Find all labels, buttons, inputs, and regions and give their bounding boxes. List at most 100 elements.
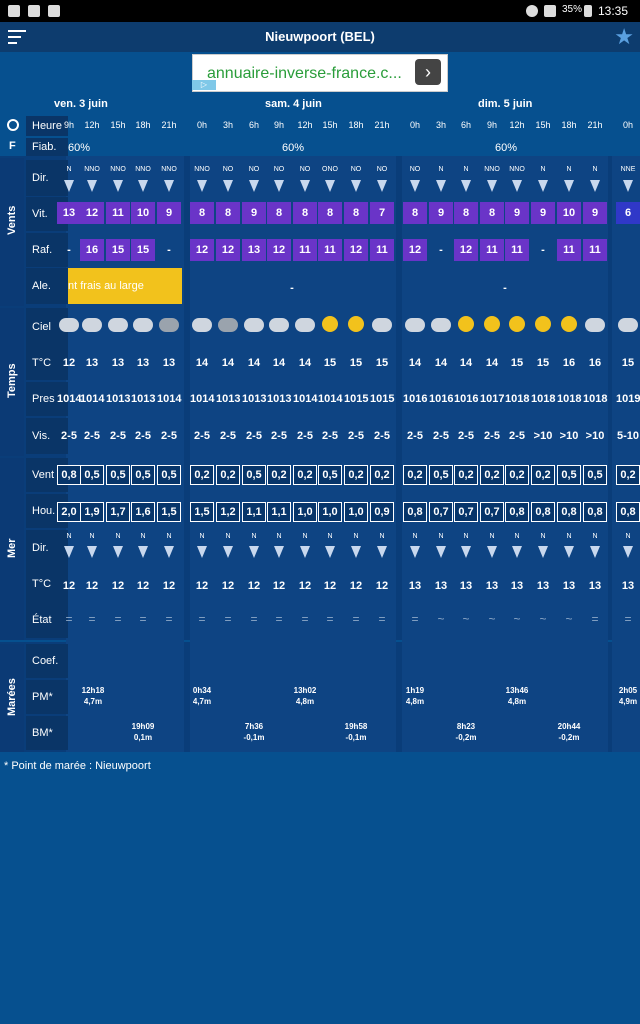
wind-speed: 12 (80, 202, 104, 224)
tide-time: 7h36 (244, 722, 264, 731)
sea-direction: N (353, 533, 359, 540)
swell: 0,8 (531, 502, 555, 522)
wind-speed: 8 (318, 202, 342, 224)
air-temp: 15 (621, 357, 635, 369)
cloud-icon (192, 318, 212, 332)
wind-direction: NO (409, 166, 421, 173)
sea-arrow-icon (64, 546, 74, 558)
swell: 1,1 (267, 502, 291, 522)
air-temp: 15 (323, 357, 337, 369)
ad-choices-icon[interactable]: ▷ (192, 80, 216, 90)
clock-time: 13:35 (598, 4, 629, 18)
sea-arrow-icon (487, 546, 497, 558)
wind-direction: NO (350, 166, 362, 173)
wind-direction: NO (248, 166, 260, 173)
pressure: 1016 (429, 393, 454, 405)
sea-state-icon: = (139, 612, 147, 626)
sea-state-icon: = (114, 612, 122, 626)
sun-cloud-icon (535, 316, 551, 332)
wind-direction: ONO (322, 166, 338, 173)
sea-temp: 12 (62, 580, 76, 592)
wind-direction: NNE (620, 166, 636, 173)
hour-cell: 3h (222, 120, 233, 130)
wind-speed: 11 (106, 202, 130, 224)
wind-wave: 0,2 (616, 465, 640, 485)
pressure: 1013 (106, 393, 131, 405)
wind-alert: nt frais au large (68, 268, 182, 304)
air-temp: 15 (536, 357, 550, 369)
wind-speed: 8 (344, 202, 368, 224)
swell: 1,0 (293, 502, 317, 522)
row-label-bm: BM* (26, 716, 68, 750)
day-column-bg (612, 156, 640, 752)
pressure: 1014 (157, 393, 182, 405)
sea-temp: 13 (536, 580, 550, 592)
pressure: 1019 (616, 393, 640, 405)
sea-state-icon: = (275, 612, 283, 626)
visibility: >10 (585, 430, 605, 442)
hour-cell: 18h (561, 120, 577, 130)
app-bar: Nieuwpoort (BEL) ★ (0, 22, 640, 52)
sea-state-icon: ~ (539, 612, 547, 626)
tide-height: 4,7m (192, 697, 212, 706)
sea-direction: N (625, 533, 631, 540)
air-temp: 13 (162, 357, 176, 369)
swell: 0,7 (480, 502, 504, 522)
sea-state-icon: = (624, 612, 632, 626)
hour-cell: 0h (196, 120, 207, 130)
alert-dash: - (290, 282, 294, 294)
photo-icon (48, 5, 60, 17)
wind-arrow-icon (197, 180, 207, 192)
hour-cell: 21h (587, 120, 603, 130)
sea-state-icon: = (378, 612, 386, 626)
wind-direction: NNO (135, 166, 151, 173)
status-bar: 35% 13:35 (0, 0, 640, 22)
section-label-mer: Mer (6, 538, 18, 558)
tide-time: 19h09 (131, 722, 155, 731)
cloud-icon (431, 318, 451, 332)
sea-direction: N (566, 533, 572, 540)
sea-direction: N (166, 533, 172, 540)
pressure: 1018 (531, 393, 556, 405)
wind-wave: 0,5 (131, 465, 155, 485)
sea-temp: 12 (349, 580, 363, 592)
ad-banner[interactable]: annuaire-inverse-france.c... › (192, 54, 448, 92)
sea-direction: N (89, 533, 95, 540)
pressure: 1018 (583, 393, 608, 405)
sea-temp: 13 (621, 580, 635, 592)
wind-speed: 8 (267, 202, 291, 224)
wind-gust: 15 (106, 239, 130, 261)
hour-cell: 15h (535, 120, 551, 130)
sea-arrow-icon (351, 546, 361, 558)
sea-state-icon: = (65, 612, 73, 626)
sea-arrow-icon (87, 546, 97, 558)
ad-text[interactable]: annuaire-inverse-france.c... (207, 65, 402, 83)
wind-wave: 0,8 (57, 465, 81, 485)
wind-arrow-icon (87, 180, 97, 192)
favorite-star-icon[interactable]: ★ (614, 24, 634, 50)
sea-direction: N (276, 533, 282, 540)
wind-wave: 0,5 (429, 465, 453, 485)
sun-cloud-icon (458, 316, 474, 332)
wind-arrow-icon (410, 180, 420, 192)
sea-state-icon: = (88, 612, 96, 626)
ad-arrow-button[interactable]: › (415, 59, 441, 85)
tide-height: -0,2m (455, 733, 477, 742)
air-temp: 14 (434, 357, 448, 369)
wind-arrow-icon (590, 180, 600, 192)
wind-wave: 0,2 (293, 465, 317, 485)
wind-speed: 9 (583, 202, 607, 224)
swell: 0,7 (454, 502, 478, 522)
sea-state-icon: = (165, 612, 173, 626)
swell: 1,7 (106, 502, 130, 522)
sea-direction: N (66, 533, 72, 540)
wind-direction: NNO (161, 166, 177, 173)
sea-temp: 12 (298, 580, 312, 592)
visibility: >10 (559, 430, 579, 442)
tide-time: 19h58 (344, 722, 368, 731)
pressure: 1015 (344, 393, 369, 405)
wind-direction: NNO (194, 166, 210, 173)
hour-cell: 21h (374, 120, 390, 130)
fiab-value: 60% (495, 142, 518, 154)
pressure: 1014 (80, 393, 105, 405)
